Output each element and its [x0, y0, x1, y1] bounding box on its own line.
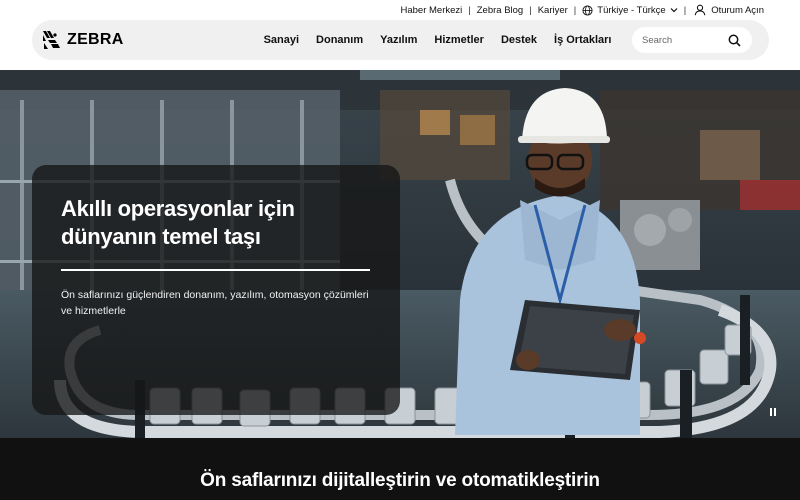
hero-subtitle: Ön saflarınızı güçlendiren donanım, yazı…	[61, 289, 369, 317]
login-label: Oturum Açın	[711, 4, 764, 16]
nav-item-hardware[interactable]: Donanım	[308, 34, 372, 46]
section-title: Ön saflarınızı dijitalleştirin ve otomat…	[200, 470, 600, 491]
search-box	[632, 27, 752, 53]
locale-selector[interactable]: Türkiye - Türkçe	[576, 5, 683, 16]
section-band: Ön saflarınızı dijitalleştirin ve otomat…	[0, 438, 800, 500]
pause-icon[interactable]	[770, 408, 780, 418]
utility-link-blog[interactable]: Zebra Blog	[471, 5, 529, 16]
utility-link-careers[interactable]: Kariyer	[532, 5, 574, 16]
zebra-head-icon	[43, 31, 60, 49]
search-icon[interactable]	[728, 34, 741, 47]
login-link[interactable]: Oturum Açın	[686, 4, 764, 16]
locale-label: Türkiye - Türkçe	[597, 4, 666, 16]
nav-item-software[interactable]: Yazılım	[372, 34, 426, 46]
chevron-down-icon	[670, 8, 678, 13]
globe-icon	[582, 4, 593, 16]
user-icon	[694, 4, 706, 16]
nav-menu: Sanayi Donanım Yazılım Hizmetler Destek …	[255, 34, 620, 46]
hero-title: Akıllı operasyonlar için dünyanın temel …	[61, 196, 295, 249]
main-nav: ZEBRA Sanayi Donanım Yazılım Hizmetler D…	[32, 20, 769, 60]
utility-link-news[interactable]: Haber Merkezi	[395, 5, 469, 16]
hero-divider	[61, 269, 370, 271]
zebra-logo[interactable]: ZEBRA	[41, 29, 124, 51]
hero-card: Akıllı operasyonlar için dünyanın temel …	[32, 165, 400, 415]
nav-item-support[interactable]: Destek	[492, 34, 545, 46]
logo-text: ZEBRA	[67, 31, 124, 48]
hero-banner: Akıllı operasyonlar için dünyanın temel …	[0, 70, 800, 438]
search-input[interactable]	[642, 34, 728, 46]
nav-item-partners[interactable]: İş Ortakları	[546, 34, 620, 46]
nav-item-industries[interactable]: Sanayi	[255, 34, 307, 46]
nav-item-services[interactable]: Hizmetler	[426, 34, 493, 46]
utility-bar: Haber Merkezi | Zebra Blog | Kariyer | T…	[0, 0, 800, 20]
